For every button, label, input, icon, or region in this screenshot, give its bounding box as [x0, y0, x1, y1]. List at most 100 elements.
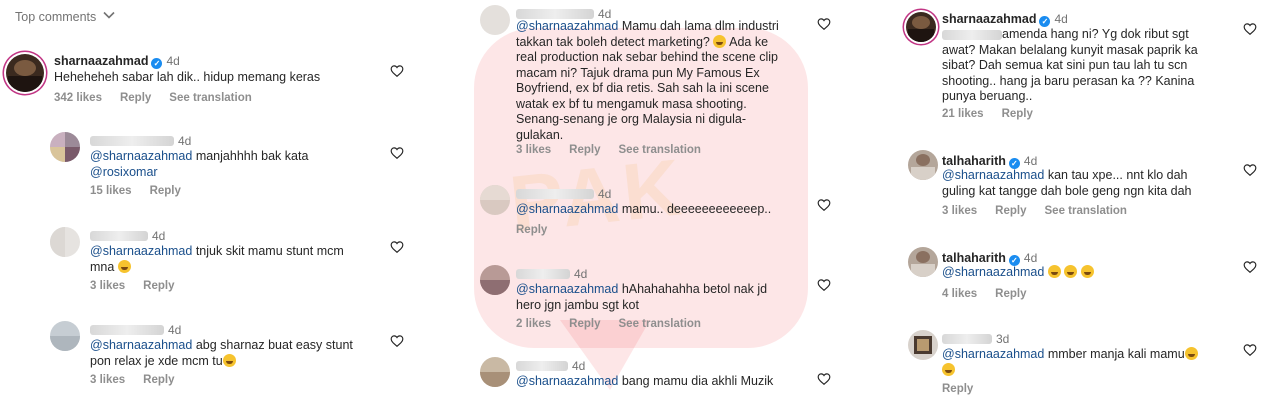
comment-username[interactable]: sharnaazahmad: [54, 54, 148, 68]
comment-time[interactable]: 4d: [1024, 154, 1037, 168]
comment-time[interactable]: 4d: [152, 229, 165, 243]
heart-outline-icon[interactable]: [390, 146, 404, 160]
likes-count[interactable]: 2 likes: [516, 318, 551, 330]
avatar[interactable]: [908, 330, 938, 360]
reply-button[interactable]: Reply: [942, 383, 973, 395]
likes-count[interactable]: 3 likes: [90, 374, 125, 386]
heart-outline-icon[interactable]: [817, 198, 831, 212]
mention-blurred[interactable]: [942, 29, 1002, 40]
comment-username-blurred[interactable]: [942, 333, 992, 344]
comment-username-blurred[interactable]: [516, 360, 568, 371]
comment-text: @sharnaazahmad: [942, 265, 1252, 281]
comment-username[interactable]: talhaharith: [942, 154, 1006, 168]
mention-link[interactable]: @sharnaazahmad: [942, 168, 1044, 182]
mention-link[interactable]: @sharnaazahmad: [90, 244, 192, 258]
mention-link[interactable]: @sharnaazahmad: [942, 265, 1044, 279]
avatar[interactable]: [480, 185, 510, 215]
comment-username-blurred[interactable]: [90, 230, 148, 241]
reply-button[interactable]: Reply: [995, 288, 1026, 300]
heart-outline-icon[interactable]: [817, 278, 831, 292]
avatar[interactable]: [908, 247, 938, 277]
avatar[interactable]: [6, 54, 44, 92]
comment-time[interactable]: 4d: [598, 187, 611, 201]
comment-username-blurred[interactable]: [516, 268, 570, 279]
comment-username-blurred[interactable]: [90, 324, 164, 335]
likes-count[interactable]: 342 likes: [54, 92, 102, 104]
comment-time[interactable]: 4d: [572, 359, 585, 373]
avatar[interactable]: [480, 265, 510, 295]
top-comments-header[interactable]: Top comments: [15, 8, 116, 25]
reply-button[interactable]: Reply: [995, 205, 1026, 217]
comment-time[interactable]: 4d: [168, 323, 181, 337]
reply-button[interactable]: Reply: [569, 144, 600, 156]
avatar[interactable]: [50, 132, 80, 162]
comment-time[interactable]: 4d: [166, 54, 179, 68]
reply-button[interactable]: Reply: [569, 318, 600, 330]
comment-meta: 3 likes Reply See translation: [942, 205, 1127, 217]
heart-outline-icon[interactable]: [1243, 163, 1257, 177]
avatar[interactable]: [906, 12, 936, 42]
likes-count[interactable]: 3 likes: [90, 280, 125, 292]
comment-time[interactable]: 4d: [178, 134, 191, 148]
reply-button[interactable]: Reply: [150, 185, 181, 197]
reply-button[interactable]: Reply: [1002, 108, 1033, 120]
comment-username[interactable]: talhaharith: [942, 251, 1006, 265]
likes-count[interactable]: 4 likes: [942, 288, 977, 300]
comment-username[interactable]: sharnaazahmad: [942, 12, 1036, 26]
reply-button[interactable]: Reply: [516, 224, 547, 236]
heart-outline-icon[interactable]: [1243, 260, 1257, 274]
comment-body: mmber manja kali mamu: [1044, 347, 1185, 361]
heart-outline-icon[interactable]: [1243, 343, 1257, 357]
avatar[interactable]: [50, 227, 80, 257]
mention-link[interactable]: @sharnaazahmad: [516, 19, 618, 33]
smirk-emoji-icon: [1064, 265, 1078, 278]
see-translation-button[interactable]: See translation: [619, 144, 701, 156]
heart-outline-icon[interactable]: [817, 372, 831, 386]
comment-time[interactable]: 4d: [1054, 12, 1067, 26]
see-translation-button[interactable]: See translation: [1045, 205, 1127, 217]
laughing-emoji-icon: [713, 34, 727, 48]
reply-button[interactable]: Reply: [120, 92, 151, 104]
top-comments-label: Top comments: [15, 9, 97, 24]
avatar[interactable]: [908, 150, 938, 180]
likes-count[interactable]: 3 likes: [942, 205, 977, 217]
mention-link[interactable]: @sharnaazahmad: [90, 149, 192, 163]
heart-outline-icon[interactable]: [817, 17, 831, 31]
reply-button[interactable]: Reply: [143, 374, 174, 386]
likes-count[interactable]: 21 likes: [942, 108, 984, 120]
comment-body: manjahhhh bak kata: [192, 149, 309, 163]
comment-username-blurred[interactable]: [90, 135, 174, 146]
mention-link[interactable]: @rosixomar: [90, 165, 158, 179]
heart-outline-icon[interactable]: [390, 334, 404, 348]
avatar[interactable]: [50, 321, 80, 351]
heart-outline-icon[interactable]: [390, 240, 404, 254]
comment-time[interactable]: 4d: [574, 267, 587, 281]
mention-link[interactable]: @sharnaazahmad: [516, 374, 618, 388]
comment-text: @sharnaazahmad mmber manja kali mamu: [942, 347, 1252, 378]
comment-meta: 3 likes Reply: [90, 374, 175, 386]
reply-button[interactable]: Reply: [143, 280, 174, 292]
comment-text: Heheheheh sabar lah dik.. hidup memang k…: [54, 70, 321, 84]
comments-column-2: 4d @sharnaazahmad Mamu dah lama dlm indu…: [428, 0, 848, 400]
likes-count[interactable]: 3 likes: [516, 144, 551, 156]
comment-username-blurred[interactable]: [516, 8, 594, 19]
heart-outline-icon[interactable]: [1243, 22, 1257, 36]
comment-text: @sharnaazahmad hAhahahahha betol nak jd …: [516, 282, 816, 313]
mention-link[interactable]: @sharnaazahmad: [516, 282, 618, 296]
comment-text: @sharnaazahmad Mamu dah lama dlm industr…: [516, 19, 816, 143]
verified-badge-icon: ✓: [1039, 16, 1051, 27]
mention-link[interactable]: @sharnaazahmad: [516, 202, 618, 216]
avatar[interactable]: [480, 357, 510, 387]
avatar[interactable]: [480, 5, 510, 35]
mention-link[interactable]: @sharnaazahmad: [942, 347, 1044, 361]
mention-link[interactable]: @sharnaazahmad: [90, 338, 192, 352]
likes-count[interactable]: 15 likes: [90, 185, 132, 197]
see-translation-button[interactable]: See translation: [169, 92, 251, 104]
heart-outline-icon[interactable]: [390, 64, 404, 78]
comment-username-blurred[interactable]: [516, 188, 594, 199]
comment-meta: 342 likes Reply See translation: [54, 92, 252, 104]
comment-body-continued: Ada ke real production nak sebar behind …: [516, 34, 778, 142]
comment-time[interactable]: 4d: [1024, 251, 1037, 265]
see-translation-button[interactable]: See translation: [619, 318, 701, 330]
comment-time[interactable]: 3d: [996, 332, 1009, 346]
